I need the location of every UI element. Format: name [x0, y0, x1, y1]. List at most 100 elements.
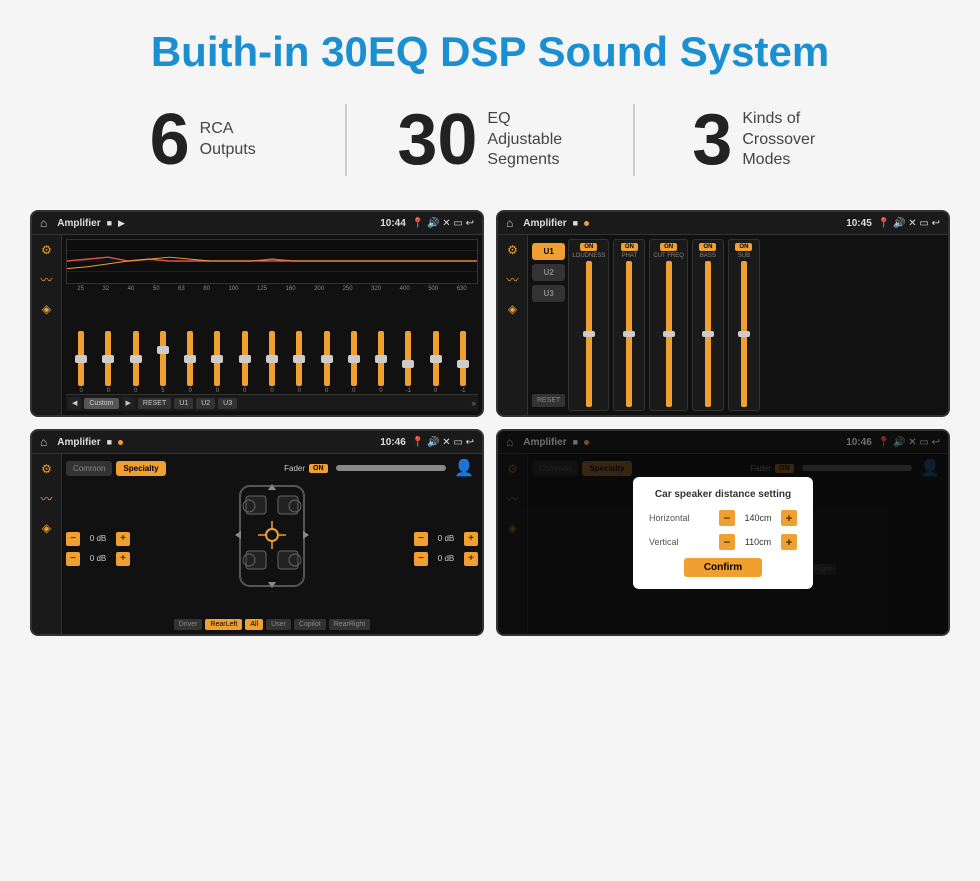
spk-rearleft[interactable]: RearLeft [205, 619, 242, 630]
sub-toggle[interactable]: ON [735, 243, 752, 251]
spk-rearright[interactable]: RearRight [329, 619, 371, 630]
vol-minus-fr[interactable]: − [414, 532, 428, 546]
cutfreq-toggle[interactable]: ON [660, 243, 677, 251]
spk-all[interactable]: All [245, 619, 263, 630]
crossover-main-area: U1 U2 U3 RESET ON LOUDNESS ON PHAT [528, 235, 948, 415]
eq-screen-card: ⌂ Amplifier ■ ▶ 10:44 📍 🔊 ✕ ▭ ↩ ⚙ 〰 ◈ [30, 210, 484, 417]
vol-plus-rr[interactable]: + [464, 552, 478, 566]
fader-slider[interactable] [336, 465, 447, 471]
vol-minus-rr[interactable]: − [414, 552, 428, 566]
spk-user[interactable]: User [266, 619, 291, 630]
eq-screen-content: ⚙ 〰 ◈ [32, 235, 482, 415]
eq-slider-1: 0 [95, 331, 121, 394]
crossover-sidebar-icon-1[interactable]: ⚙ [507, 243, 518, 257]
vol-controls-left: − 0 dB + − 0 dB + [66, 481, 130, 616]
home-icon-3[interactable]: ⌂ [40, 435, 47, 449]
eq-u2-btn[interactable]: U2 [196, 398, 215, 409]
fader-top-row: Common Specialty Fader ON 👤 [66, 458, 478, 478]
fader-sidebar-icon-2[interactable]: 〰 [40, 490, 52, 507]
horizontal-plus[interactable]: + [781, 510, 797, 526]
eq-slider-11: 0 [368, 331, 394, 394]
vol-row-fl: − 0 dB + [66, 532, 130, 546]
tab-common[interactable]: Common [66, 461, 112, 476]
fader-on-btn[interactable]: ON [309, 464, 328, 473]
eq-u1-btn[interactable]: U1 [174, 398, 193, 409]
dialog-screen-card: ⌂ Amplifier ■ 10:46 📍 🔊 ✕ ▭ ↩ ⚙ 〰 ◈ Comm… [496, 429, 950, 636]
status-bar-fader: ⌂ Amplifier ■ 10:46 📍 🔊 ✕ ▭ ↩ [32, 431, 482, 454]
eq-sidebar-icon-2[interactable]: 〰 [40, 271, 52, 288]
fader-sidebar-icon-1[interactable]: ⚙ [41, 462, 52, 476]
preset-u1[interactable]: U1 [532, 243, 565, 260]
confirm-button[interactable]: Confirm [684, 558, 762, 577]
bass-toggle[interactable]: ON [699, 243, 716, 251]
eq-slider-14: -1 [450, 331, 476, 394]
dialog-overlay: Car speaker distance setting Horizontal … [498, 431, 948, 634]
vol-plus-fr[interactable]: + [464, 532, 478, 546]
status-dot-orange-3 [118, 440, 123, 445]
home-icon[interactable]: ⌂ [40, 216, 47, 230]
crossover-sidebar-icon-3[interactable]: ◈ [508, 302, 517, 316]
crossover-reset[interactable]: RESET [532, 394, 565, 407]
crossover-sidebar: ⚙ 〰 ◈ [498, 235, 528, 415]
eq-u3-btn[interactable]: U3 [218, 398, 237, 409]
loudness-label: LOUDNESS [572, 253, 605, 259]
freq-labels: 2532405063 80100125160200 25032040050063… [66, 286, 478, 292]
eq-slider-4: 0 [177, 331, 203, 394]
ctrl-phat: ON PHAT [613, 239, 645, 411]
main-title: Buith-in 30EQ DSP Sound System [0, 0, 980, 94]
loudness-slider[interactable] [586, 261, 592, 407]
spk-copilot[interactable]: Copilot [294, 619, 326, 630]
horizontal-minus[interactable]: − [719, 510, 735, 526]
cutfreq-slider[interactable] [666, 261, 672, 407]
eq-reset-btn[interactable]: RESET [138, 398, 171, 409]
eq-slider-13: 0 [422, 331, 448, 394]
eq-custom-btn[interactable]: Custom [84, 398, 118, 409]
vol-val-fr: 0 dB [431, 534, 461, 543]
speaker-buttons-row: Driver RearLeft All User Copilot RearRig… [66, 619, 478, 630]
eq-sidebar-icon-1[interactable]: ⚙ [41, 243, 52, 257]
home-icon-2[interactable]: ⌂ [506, 216, 513, 230]
status-bar-crossover: ⌂ Amplifier ■ 10:45 📍 🔊 ✕ ▭ ↩ [498, 212, 948, 235]
vol-minus-fl[interactable]: − [66, 532, 80, 546]
sub-slider[interactable] [741, 261, 747, 407]
spk-driver[interactable]: Driver [174, 619, 203, 630]
tab-specialty[interactable]: Specialty [116, 461, 165, 476]
vol-plus-rl[interactable]: + [116, 552, 130, 566]
eq-slider-9: 0 [313, 331, 339, 394]
eq-sidebar-icon-3[interactable]: ◈ [42, 302, 51, 316]
vertical-minus[interactable]: − [719, 534, 735, 550]
vertical-value: 110cm [738, 537, 778, 547]
crossover-screen-card: ⌂ Amplifier ■ 10:45 📍 🔊 ✕ ▭ ↩ ⚙ 〰 ◈ U1 U… [496, 210, 950, 417]
preset-u3[interactable]: U3 [532, 285, 565, 302]
eq-next-btn[interactable]: ▶ [122, 397, 135, 409]
loudness-toggle[interactable]: ON [580, 243, 597, 251]
eq-graph [66, 239, 478, 284]
ctrl-bass: ON BASS [692, 239, 724, 411]
stat-number-rca: 6 [150, 104, 190, 176]
status-icons-crossover: 📍 🔊 ✕ ▭ ↩ [878, 218, 940, 229]
vol-minus-rl[interactable]: − [66, 552, 80, 566]
status-dot-orange [584, 221, 589, 226]
horizontal-value-row: − 140cm + [719, 510, 797, 526]
phat-label: PHAT [622, 253, 638, 259]
eq-bottom-bar: ◀ Custom ▶ RESET U1 U2 U3 » [66, 394, 478, 411]
vertical-value-row: − 110cm + [719, 534, 797, 550]
eq-slider-10: 0 [341, 331, 367, 394]
vol-controls-right: − 0 dB + − 0 dB + [414, 481, 478, 616]
car-diagram [134, 481, 410, 616]
ctrl-cutfreq: ON CUT FREQ [649, 239, 688, 411]
phat-slider[interactable] [626, 261, 632, 407]
preset-u2[interactable]: U2 [532, 264, 565, 281]
status-icons-eq: 📍 🔊 ✕ ▭ ↩ [412, 218, 474, 229]
eq-prev-btn[interactable]: ◀ [68, 397, 81, 409]
vertical-plus[interactable]: + [781, 534, 797, 550]
stat-text-eq: EQ Adjustable Segments [487, 109, 582, 171]
bass-slider[interactable] [705, 261, 711, 407]
phat-toggle[interactable]: ON [621, 243, 638, 251]
bass-label: BASS [700, 253, 716, 259]
stat-text-rca: RCA Outputs [200, 119, 256, 161]
crossover-sidebar-icon-2[interactable]: 〰 [506, 271, 518, 288]
fader-sidebar-icon-3[interactable]: ◈ [42, 521, 51, 535]
vol-plus-fl[interactable]: + [116, 532, 130, 546]
vol-val-rr: 0 dB [431, 554, 461, 563]
